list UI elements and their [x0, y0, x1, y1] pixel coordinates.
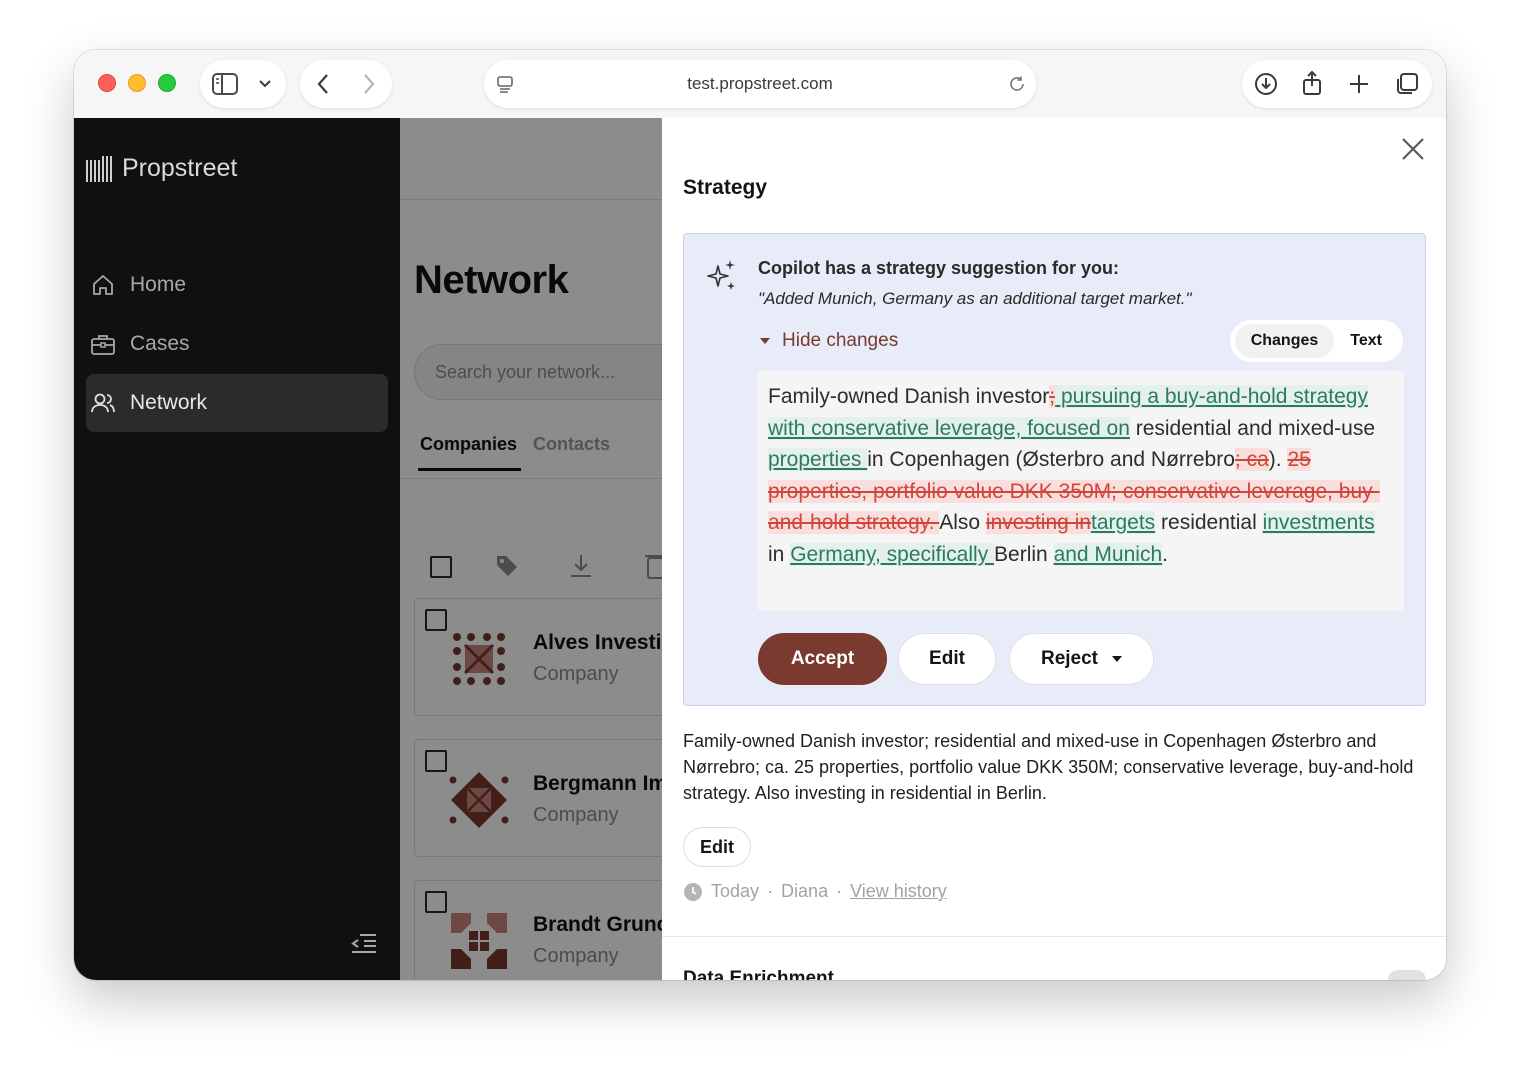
diff-insertion: and Munich [1053, 542, 1163, 566]
brand-mark-icon [86, 155, 112, 182]
sidebar-item-home[interactable]: Home [86, 256, 388, 314]
sidebar-item-label: Home [130, 273, 187, 296]
text-view-button[interactable]: Text [1334, 324, 1398, 358]
diff-text: in Copenhagen (Østerbro and Nørrebro [867, 448, 1235, 471]
sidebar-item-label: Cases [130, 332, 190, 355]
chevron-down-icon[interactable] [258, 79, 272, 89]
view-mode-toggle: Changes Text [1229, 320, 1403, 362]
forward-icon[interactable] [362, 73, 376, 95]
modal-backdrop[interactable] [400, 118, 662, 980]
sidebar-toggle-group [200, 60, 286, 108]
url-text: test.propstreet.com [687, 74, 833, 93]
diff-view: Family-owned Danish investor; pursuing a… [758, 371, 1404, 611]
browser-window: test.propstreet.com Propstreet Home Case… [74, 50, 1446, 980]
diff-deletion: ; ca [1234, 448, 1269, 471]
download-icon[interactable] [1254, 72, 1278, 96]
caret-down-icon [760, 338, 770, 344]
reload-icon[interactable] [1008, 75, 1026, 93]
edit-strategy-button[interactable]: Edit [683, 827, 751, 867]
diff-deletion: investing in [985, 511, 1091, 534]
edit-suggestion-button[interactable]: Edit [898, 633, 996, 685]
app: Propstreet Home Cases Network Network Se… [74, 118, 1446, 980]
current-strategy-text: Family-owned Danish investor; residentia… [683, 731, 1414, 803]
diff-text: Also [939, 511, 986, 534]
strategy-meta: Today · Diana · View history [683, 881, 947, 902]
home-icon [93, 275, 113, 295]
sidebar-item-label: Network [130, 391, 208, 414]
address-bar[interactable]: test.propstreet.com [484, 60, 1036, 108]
changes-view-button[interactable]: Changes [1234, 324, 1335, 358]
close-window-button[interactable] [98, 74, 116, 92]
new-tab-icon[interactable] [1348, 73, 1370, 95]
clock-icon [684, 882, 702, 901]
collapse-sidebar-icon[interactable] [350, 932, 378, 954]
diff-text: residential [1155, 511, 1263, 534]
sparkles-icon [707, 260, 735, 290]
strategy-drawer: Strategy Copilot has a strategy suggesti… [662, 118, 1446, 980]
meta-separator: · [836, 881, 843, 901]
enrichment-toggle[interactable] [1388, 970, 1426, 980]
tab-overview-icon[interactable] [1394, 72, 1420, 96]
view-history-link[interactable]: View history [850, 881, 947, 902]
minimize-window-button[interactable] [128, 74, 146, 92]
browser-actions [1242, 60, 1432, 108]
diff-text: residential and mixed-use [1129, 416, 1376, 440]
hide-changes-toggle[interactable]: Hide changes [760, 330, 898, 352]
suggestion-summary: "Added Munich, Germany as an additional … [758, 289, 1192, 308]
data-enrichment-heading: Data Enrichment [683, 968, 834, 980]
diff-text: Family-owned Danish investor [768, 385, 1050, 408]
brand-logo[interactable]: Propstreet [86, 154, 237, 183]
accept-button[interactable]: Accept [758, 633, 887, 685]
briefcase-icon [91, 335, 115, 355]
history-navigation [300, 60, 392, 108]
sidebar-toggle-icon[interactable] [212, 73, 238, 95]
diff-insertion: targets [1090, 511, 1156, 534]
copilot-suggestion-panel: Copilot has a strategy suggestion for yo… [683, 233, 1426, 706]
diff-insertion: Germany, specifically [790, 542, 995, 566]
caret-down-icon [1112, 656, 1123, 662]
reject-label: Reject [1040, 648, 1099, 669]
diff-insertion: investments [1262, 511, 1375, 534]
meta-author: Diana [781, 881, 829, 901]
sidebar-item-network[interactable]: Network [86, 374, 388, 432]
diff-text: ). [1268, 448, 1288, 471]
diff-text: Berlin [994, 542, 1054, 566]
diff-text: in [768, 542, 791, 566]
maximize-window-button[interactable] [158, 74, 176, 92]
back-icon[interactable] [316, 73, 330, 95]
sidebar-item-cases[interactable]: Cases [86, 315, 388, 373]
suggestion-heading: Copilot has a strategy suggestion for yo… [758, 258, 1120, 278]
diff-insertion: properties [768, 448, 868, 471]
meta-date: Today [711, 881, 760, 901]
hide-changes-label: Hide changes [782, 330, 899, 351]
drawer-title: Strategy [683, 176, 768, 199]
meta-separator: · [767, 881, 774, 901]
browser-toolbar: test.propstreet.com [74, 50, 1446, 118]
close-icon[interactable] [1398, 134, 1428, 164]
brand-name: Propstreet [122, 154, 238, 182]
diff-text: . [1162, 542, 1168, 566]
share-icon[interactable] [1300, 70, 1324, 96]
reject-button[interactable]: Reject [1009, 633, 1154, 685]
section-divider [662, 936, 1446, 937]
sidebar: Propstreet Home Cases Network [74, 118, 400, 980]
users-icon [91, 393, 115, 413]
